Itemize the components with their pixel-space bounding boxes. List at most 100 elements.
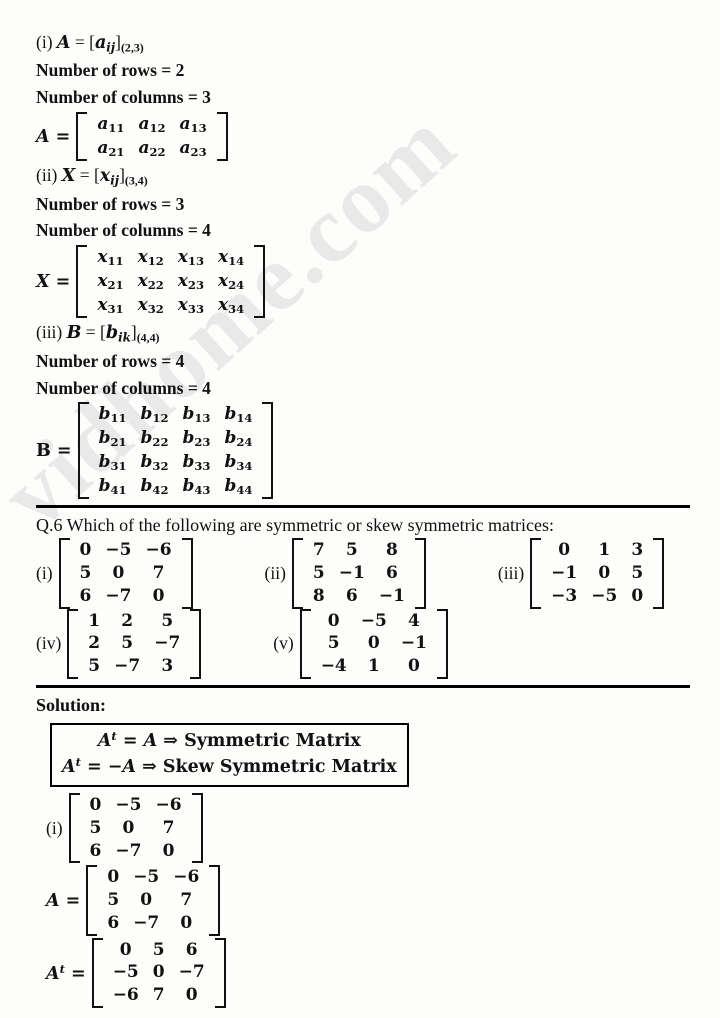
bracket-left (530, 538, 542, 609)
matrix-cell: −1 (551, 563, 578, 583)
matrix-cell: 6 (89, 840, 102, 861)
equals-sign: = (74, 32, 85, 52)
part-ii-rows-text: Number of rows = 3 (36, 193, 185, 214)
matrix-cell: 0 (112, 563, 125, 583)
matrix-cell: a13 (179, 113, 207, 136)
matrix-cell: a21 (97, 137, 125, 159)
matrix-cell: b42 (140, 475, 169, 497)
part-i-definition: (i) A = [aij](2,3) (36, 30, 690, 56)
matrix-cell: 5 (152, 939, 165, 960)
solution-a-matrix: 0 −5 −6 5 0 7 6 −7 0 (86, 865, 221, 936)
part-iii-entry-symbol: b (105, 323, 119, 344)
matrix-cell: 0 (407, 656, 420, 677)
matrix-cell: x12 (137, 247, 164, 269)
matrix-b-symbolic: b11 b12 b13 b14 b21 b22 b23 b24 b31 b32 b33 b34 b41 b… (77, 402, 274, 500)
skew-symmetric-rule: At = −A ⇒ Skew Symmetric Matrix (62, 754, 397, 780)
matrix-cell: x13 (177, 247, 204, 269)
skew-result: Skew Symmetric Matrix (162, 756, 397, 777)
question-matrix-label: (ii) (264, 562, 286, 583)
matrix-cell: 0 (140, 890, 153, 911)
matrix-cell: b23 (182, 428, 211, 450)
page-content: (i) A = [aij](2,3) Number of rows = 2 Nu… (0, 0, 720, 1008)
transpose-exponent: t (111, 728, 117, 743)
bracket-left (67, 608, 79, 679)
matrix-cell: b14 (224, 404, 253, 426)
part-i-entry-sub: ij (106, 40, 116, 55)
part-i-rows-text: Number of rows = 2 (36, 60, 185, 81)
skew-equation: = −A (87, 756, 137, 777)
matrix-cell: 5 (345, 540, 358, 561)
bracket-left (76, 111, 88, 162)
matrix-cell: 5 (88, 656, 101, 677)
matrix-cell: 7 (152, 563, 165, 583)
part-ii-label: (ii) (36, 165, 58, 186)
bracket-right (181, 538, 193, 609)
matrix-cell: 6 (385, 563, 398, 583)
part-i-var: A (56, 33, 71, 53)
matrix-cell: b31 (98, 451, 127, 474)
matrix-cell: 5 (631, 563, 644, 583)
matrix-cell: −6 (145, 540, 172, 561)
question-matrix-row-1: (i) 0 −5 −6 5 0 7 6 −7 0 (ii) 7 5 8 5 −1 6 8 6 −1 (iii) 0 1 3… (36, 538, 690, 609)
matrix-cell: −5 (133, 867, 160, 888)
matrix-cell: b34 (224, 451, 253, 474)
matrix-cell: −5 (112, 962, 139, 983)
matrix-cell: 7 (162, 817, 175, 838)
matrix-cell: x23 (177, 271, 204, 293)
question-matrix-iii: (iii) 0 1 3 −1 0 5 −3 −5 0 (497, 538, 665, 609)
solution-at-label: At = (46, 961, 86, 984)
matrix-cell: 0 (631, 585, 644, 606)
matrix-cell: x22 (137, 271, 164, 293)
question-matrix-label: (iii) (497, 562, 525, 583)
matrix-cell: b32 (140, 451, 169, 474)
bracket-right (436, 608, 448, 679)
matrix-cell: b33 (182, 451, 211, 474)
matrix-cell: 5 (161, 610, 174, 631)
matrix-cell: a11 (97, 113, 125, 136)
matrix-cell: 5 (79, 563, 92, 583)
bracket-left (68, 793, 80, 864)
matrix-cell: x11 (97, 247, 124, 269)
matrix-cell: 7 (180, 890, 193, 911)
part-iii-matrix-row: B = b11 b12 b13 b14 b21 b22 b23 b24 b31 b32 b33 b34… (36, 402, 690, 500)
part-i-order: (2,3) (120, 40, 144, 55)
bracket-right (262, 402, 274, 500)
part-iii-entry-sub: ik (118, 330, 131, 345)
question-matrix-i: (i) 0 −5 −6 5 0 7 6 −7 0 (36, 538, 193, 609)
matrix-grid: 0 −5 4 5 0 −1 −4 1 0 (311, 609, 437, 679)
matrix-grid: 0 1 3 −1 0 5 −3 −5 0 (541, 538, 653, 608)
solution-given-matrix: 0 −5 −6 5 0 7 6 −7 0 (68, 793, 203, 864)
matrix-cell: −7 (154, 633, 181, 654)
equals-sign: = (79, 165, 90, 186)
matrix-cell: 0 (162, 840, 175, 861)
matrix-cell: x34 (218, 294, 245, 316)
matrix-cell: 0 (598, 563, 611, 583)
matrix-grid: 0 −5 −6 5 0 7 6 −7 0 (70, 538, 182, 608)
matrix-grid: 0 −5 −6 5 0 7 6 −7 0 (97, 865, 209, 935)
matrix-cell: 8 (385, 540, 398, 561)
part-iii-order: (4,4) (136, 330, 160, 345)
matrix-grid: a11 a12 a13 a21 a22 a23 (87, 112, 216, 161)
symmetric-result: Symmetric Matrix (184, 730, 361, 751)
bracket-right (214, 937, 226, 1008)
matrix-cell: 5 (107, 890, 120, 911)
matrix-cell: 0 (79, 540, 92, 561)
section-divider-2 (36, 684, 690, 688)
part-iii-label: (iii) (36, 322, 63, 343)
matrix-cell: x21 (97, 271, 124, 293)
matrix-cell: 0 (152, 962, 165, 983)
part-ii-definition: (ii) X = [xij](3,4) (36, 163, 690, 189)
question-matrix-row-2: (iv) 1 2 5 2 5 −7 5 −7 3 (v) 0 −5 4 5 0 −1 −4 1 0 (36, 608, 690, 679)
matrix-a-symbolic: a11 a12 a13 a21 a22 a23 (76, 111, 228, 162)
question-matrix-label: (i) (36, 562, 53, 583)
solution-heading: Solution: (36, 694, 107, 715)
implies-arrow-icon: ⇒ (142, 756, 157, 777)
matrix-cell: b22 (140, 428, 169, 450)
symmetric-rule: At = A ⇒ Symmetric Matrix (62, 728, 397, 754)
matrix-cell: −3 (551, 585, 578, 606)
part-ii-order: (3,4) (124, 173, 148, 188)
matrix-cell: 7 (152, 985, 165, 1006)
part-ii-matrix-label: X = (36, 271, 71, 292)
solution-part-label: (i) (46, 817, 63, 838)
matrix-cell: b41 (98, 475, 127, 497)
